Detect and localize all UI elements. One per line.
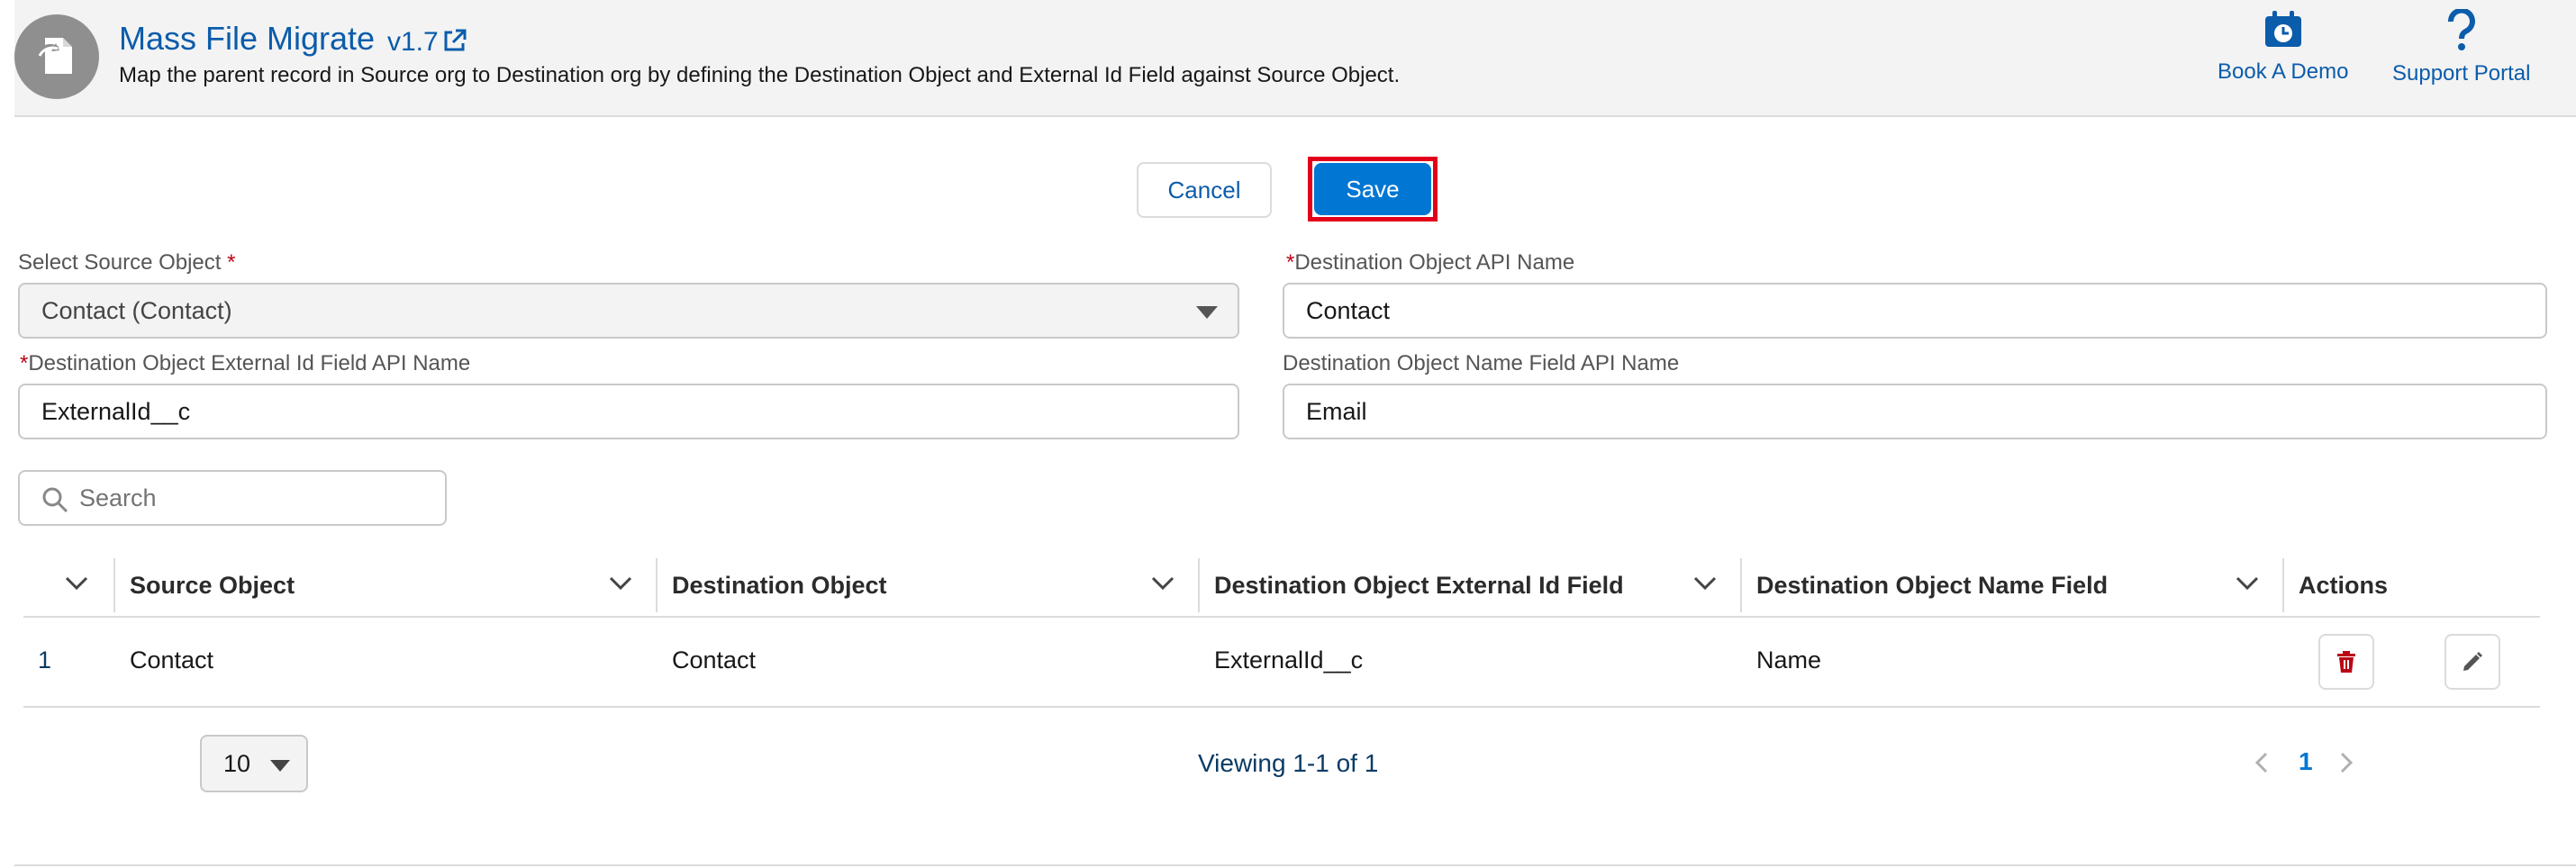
trash-icon [2337, 651, 2355, 673]
dest-external-id-value: ExternalId__c [41, 397, 191, 425]
dropdown-caret-icon [1196, 306, 1218, 319]
cell-dest-name-field: Name [1756, 646, 1822, 674]
dest-name-field-input[interactable]: Email [1283, 384, 2547, 439]
external-link-icon[interactable] [441, 27, 468, 54]
col-header-destination-object[interactable]: Destination Object [658, 553, 1198, 618]
app-title: Mass File Migrate [119, 20, 376, 57]
app-description: Map the parent record in Source org to D… [119, 63, 1401, 87]
cell-dest-external-id: ExternalId__c [1214, 646, 1364, 674]
app-version-link[interactable]: v1.7 [387, 27, 439, 58]
cell-source-object: Contact [130, 646, 214, 674]
select-all-chevron-icon[interactable] [65, 576, 88, 591]
table-header-divider [23, 616, 2540, 618]
pencil-icon [2463, 652, 2482, 671]
source-object-value: Contact (Contact) [41, 296, 232, 324]
dest-object-api-value: Contact [1306, 296, 1391, 324]
support-portal-label: Support Portal [2392, 61, 2531, 86]
table-row-divider [23, 706, 2540, 708]
page-size-value: 10 [223, 749, 251, 777]
chevron-right-icon[interactable] [2335, 751, 2356, 774]
cancel-button[interactable]: Cancel [1137, 162, 1272, 218]
row-number: 1 [38, 646, 52, 674]
search-icon [42, 487, 68, 513]
chevron-left-icon[interactable] [2252, 751, 2273, 774]
current-page[interactable]: 1 [2299, 747, 2313, 776]
calendar-clock-icon [2264, 11, 2301, 47]
save-button[interactable]: Save [1314, 163, 1431, 215]
col-header-dest-name-field[interactable]: Destination Object Name Field [1742, 553, 2282, 618]
dest-external-id-input[interactable]: ExternalId__c [18, 384, 1239, 439]
dest-object-api-input[interactable]: Contact [1283, 283, 2547, 339]
chevron-down-icon[interactable] [1151, 576, 1175, 591]
source-object-label: Select Source Object * [18, 250, 236, 275]
question-mark-icon [2447, 9, 2475, 50]
search-input[interactable]: Search [18, 470, 447, 526]
card-bottom-border [14, 864, 2576, 866]
dest-object-api-label: *Destination Object API Name [1286, 250, 1575, 275]
search-placeholder: Search [79, 484, 157, 511]
book-demo-label: Book A Demo [2218, 59, 2349, 84]
chevron-down-icon[interactable] [1693, 576, 1717, 591]
page-size-select[interactable]: 10 [200, 735, 308, 792]
col-header-dest-external-id[interactable]: Destination Object External Id Field [1200, 553, 1740, 618]
col-header-source-object[interactable]: Source Object [115, 553, 656, 618]
dest-name-field-label: Destination Object Name Field API Name [1283, 351, 1680, 375]
chevron-down-icon[interactable] [2236, 576, 2259, 591]
dest-name-field-value: Email [1306, 397, 1367, 425]
cell-destination-object: Contact [672, 646, 757, 674]
edit-button[interactable] [2444, 634, 2500, 690]
support-portal-button[interactable]: Support Portal [2392, 9, 2530, 86]
app-header: Mass File Migrate v1.7 Map the parent re… [14, 0, 2576, 117]
dropdown-caret-icon [270, 760, 290, 772]
book-demo-button[interactable]: Book A Demo [2218, 9, 2348, 85]
source-object-select[interactable]: Contact (Contact) [18, 283, 1239, 339]
migrate-logo-icon [14, 14, 99, 99]
dest-external-id-label: *Destination Object External Id Field AP… [20, 351, 471, 375]
viewing-count: Viewing 1-1 of 1 [1198, 749, 1379, 777]
delete-button[interactable] [2318, 634, 2374, 690]
col-header-actions: Actions [2299, 571, 2389, 599]
chevron-down-icon[interactable] [609, 576, 632, 591]
